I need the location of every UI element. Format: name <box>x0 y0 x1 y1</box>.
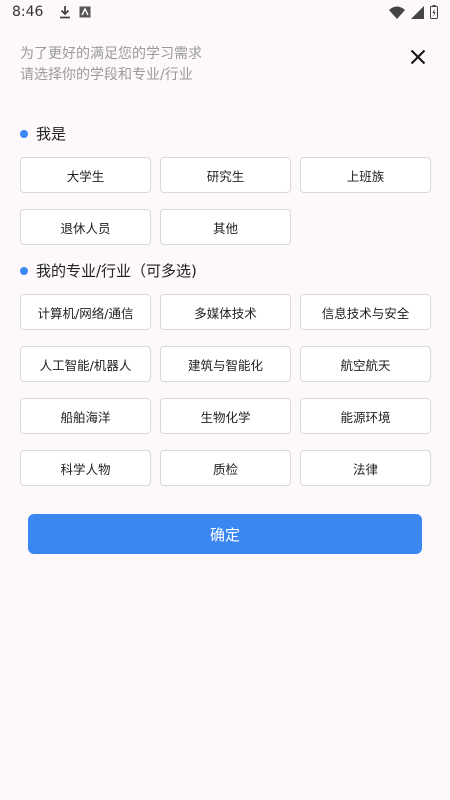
major-option-multimedia[interactable]: 多媒体技术 <box>160 294 291 330</box>
battery-icon <box>430 5 438 19</box>
status-time: 8:46 <box>12 4 44 20</box>
identity-option-other[interactable]: 其他 <box>160 209 291 245</box>
download-icon <box>59 5 71 19</box>
intro-text: 为了更好的满足您的学习需求 请选择你的学段和专业/行业 <box>20 44 202 86</box>
identity-option-retired[interactable]: 退休人员 <box>20 209 151 245</box>
major-option-science-figures[interactable]: 科学人物 <box>20 450 151 486</box>
major-option-computer-network[interactable]: 计算机/网络/通信 <box>20 294 151 330</box>
major-option-aerospace[interactable]: 航空航天 <box>300 346 431 382</box>
identity-option-undergraduate[interactable]: 大学生 <box>20 157 151 193</box>
identity-section-title: 我是 <box>20 123 66 144</box>
intro-line-2: 请选择你的学段和专业/行业 <box>20 67 193 83</box>
bullet-dot-icon <box>20 129 28 138</box>
major-option-marine[interactable]: 船舶海洋 <box>20 398 151 434</box>
major-section-title: 我的专业/行业（可多选) <box>20 260 197 281</box>
identity-options: 大学生 研究生 上班族 退休人员 其他 <box>20 157 431 245</box>
major-title-label: 我的专业/行业（可多选) <box>36 262 197 280</box>
confirm-button[interactable]: 确定 <box>28 514 422 554</box>
major-option-ai-robotics[interactable]: 人工智能/机器人 <box>20 346 151 382</box>
major-options: 计算机/网络/通信 多媒体技术 信息技术与安全 人工智能/机器人 建筑与智能化 … <box>20 294 431 486</box>
major-option-energy-environment[interactable]: 能源环境 <box>300 398 431 434</box>
app-notification-icon <box>79 6 91 18</box>
status-bar: 8:46 <box>0 0 450 24</box>
close-button[interactable] <box>405 44 431 70</box>
signal-icon <box>411 5 424 19</box>
major-option-architecture[interactable]: 建筑与智能化 <box>160 346 291 382</box>
major-option-law[interactable]: 法律 <box>300 450 431 486</box>
major-option-quality-inspection[interactable]: 质检 <box>160 450 291 486</box>
close-icon <box>410 49 426 65</box>
identity-option-office-worker[interactable]: 上班族 <box>300 157 431 193</box>
intro-line-1: 为了更好的满足您的学习需求 <box>20 46 202 62</box>
major-option-info-security[interactable]: 信息技术与安全 <box>300 294 431 330</box>
major-option-biochemistry[interactable]: 生物化学 <box>160 398 291 434</box>
bullet-dot-icon <box>20 266 28 275</box>
identity-title-label: 我是 <box>36 125 67 143</box>
identity-option-graduate[interactable]: 研究生 <box>160 157 291 193</box>
wifi-icon <box>389 6 405 19</box>
